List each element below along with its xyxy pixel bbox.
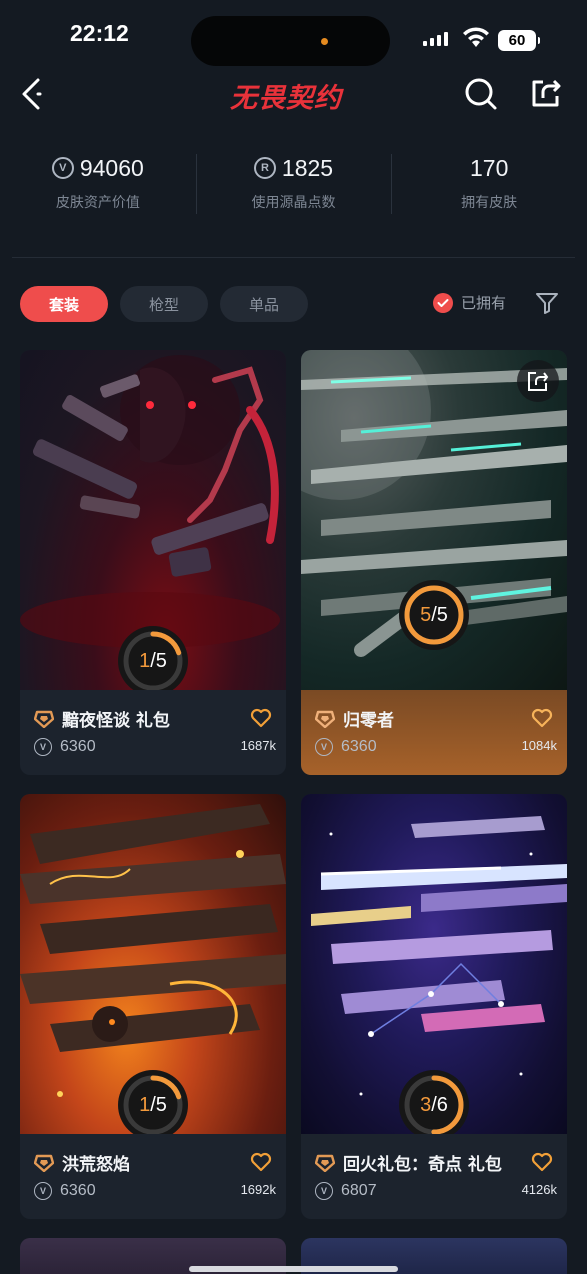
tier-badge-icon [34, 1154, 54, 1172]
share-icon[interactable] [517, 360, 559, 402]
bundle-title: 归零者 [343, 711, 394, 731]
bundle-card[interactable]: 1/5 黯夜怪谈 礼包 V 6360 1687k [20, 350, 286, 775]
app-logo: 无畏契约 [230, 83, 342, 114]
bundle-image: 1/5 [20, 794, 286, 1134]
bundle-card[interactable]: 5/5 归零者 V 6360 1084k [301, 350, 567, 775]
progress-owned: 1 [139, 1093, 151, 1116]
progress-total: /5 [150, 649, 167, 672]
camera-indicator-dot [321, 38, 328, 45]
heart-icon[interactable] [531, 1152, 553, 1172]
bundle-price: 6807 [341, 1182, 377, 1199]
battery-icon: 60 [498, 30, 540, 51]
like-count: 1687k [240, 738, 276, 753]
bundle-title: 洪荒怒焰 [62, 1155, 130, 1175]
valorant-points-icon: V [34, 738, 52, 756]
stat-value: 94060 [79, 154, 144, 181]
owned-toggle[interactable]: 已拥有 [433, 292, 506, 313]
tier-badge-icon [34, 710, 54, 728]
bundle-info: 回火礼包：奇点 礼包 V 6807 4126k [301, 1134, 567, 1219]
stats-summary: V 94060 皮肤资产价值 R 1825 使用源晶点数 170 拥有皮肤 [0, 150, 587, 220]
bundle-price: 6360 [60, 1182, 96, 1199]
collection-progress: 1/5 [118, 626, 188, 690]
filter-icon[interactable] [535, 292, 559, 314]
progress-owned: 3 [420, 1093, 432, 1116]
tab-single-items[interactable]: 单品 [220, 286, 308, 322]
bundle-info: 洪荒怒焰 V 6360 1692k [20, 1134, 286, 1219]
share-icon[interactable] [529, 76, 563, 110]
bundle-info: 黯夜怪谈 礼包 V 6360 1687k [20, 690, 286, 775]
collection-progress: 5/5 [399, 580, 469, 650]
bundle-title: 回火礼包：奇点 礼包 [343, 1155, 502, 1175]
wifi-icon [463, 27, 489, 47]
progress-owned: 1 [139, 649, 151, 672]
stat-value: 170 [469, 154, 509, 181]
heart-icon[interactable] [531, 708, 553, 728]
bundle-card[interactable]: 3/6 回火礼包：奇点 礼包 V 6807 4126k [301, 794, 567, 1219]
bundle-title: 黯夜怪谈 礼包 [62, 711, 170, 731]
bundle-price: 6360 [341, 738, 377, 755]
tab-bundles[interactable]: 套装 [20, 286, 108, 322]
bundle-image: 5/5 [301, 350, 567, 690]
progress-total: /5 [150, 1093, 167, 1116]
bundle-image: 1/5 [20, 350, 286, 690]
bundle-card[interactable]: 1/5 洪荒怒焰 V 6360 1692k [20, 794, 286, 1219]
home-indicator[interactable] [189, 1266, 398, 1272]
like-count: 1084k [521, 738, 557, 753]
progress-owned: 5 [420, 603, 432, 626]
tier-badge-icon [315, 1154, 335, 1172]
valorant-points-icon: V [315, 1182, 333, 1200]
stat-value: 1825 [281, 154, 334, 181]
divider [12, 257, 575, 258]
heart-icon[interactable] [250, 708, 272, 728]
valorant-points-icon: V [51, 157, 74, 179]
tab-weapon-type[interactable]: 枪型 [120, 286, 208, 322]
like-count: 1692k [240, 1182, 276, 1197]
stat-radianite: R 1825 使用源晶点数 [195, 150, 392, 220]
stat-label: 使用源晶点数 [251, 195, 336, 211]
search-icon[interactable] [463, 76, 499, 112]
owned-label: 已拥有 [461, 294, 507, 312]
stat-label: 皮肤资产价值 [55, 195, 140, 211]
like-count: 4126k [521, 1182, 557, 1197]
collection-progress: 1/5 [118, 1070, 188, 1134]
progress-total: /5 [431, 603, 448, 626]
stat-label: 拥有皮肤 [461, 195, 518, 211]
cellular-signal-icon [423, 32, 448, 46]
bundle-image: 3/6 [301, 794, 567, 1134]
progress-total: /6 [431, 1093, 448, 1116]
checkmark-icon [433, 292, 453, 313]
radianite-icon: R [253, 157, 276, 179]
dynamic-island [191, 16, 390, 66]
stat-skin-value: V 94060 皮肤资产价值 [0, 150, 196, 220]
valorant-points-icon: V [34, 1182, 52, 1200]
app-header: 无畏契约 [0, 70, 587, 120]
status-bar: 22:12 60 [0, 0, 587, 70]
category-tabs: 套装 枪型 单品 [20, 286, 308, 322]
valorant-points-icon: V [315, 738, 333, 756]
heart-icon[interactable] [250, 1152, 272, 1172]
stat-owned-skins: 170 拥有皮肤 [391, 150, 587, 220]
back-arrow-icon[interactable] [18, 76, 48, 112]
status-time: 22:12 [70, 20, 129, 46]
collection-progress: 3/6 [399, 1070, 469, 1134]
bundle-price: 6360 [60, 738, 96, 755]
bundle-info: 归零者 V 6360 1084k [301, 690, 567, 775]
tier-badge-icon [315, 710, 335, 728]
